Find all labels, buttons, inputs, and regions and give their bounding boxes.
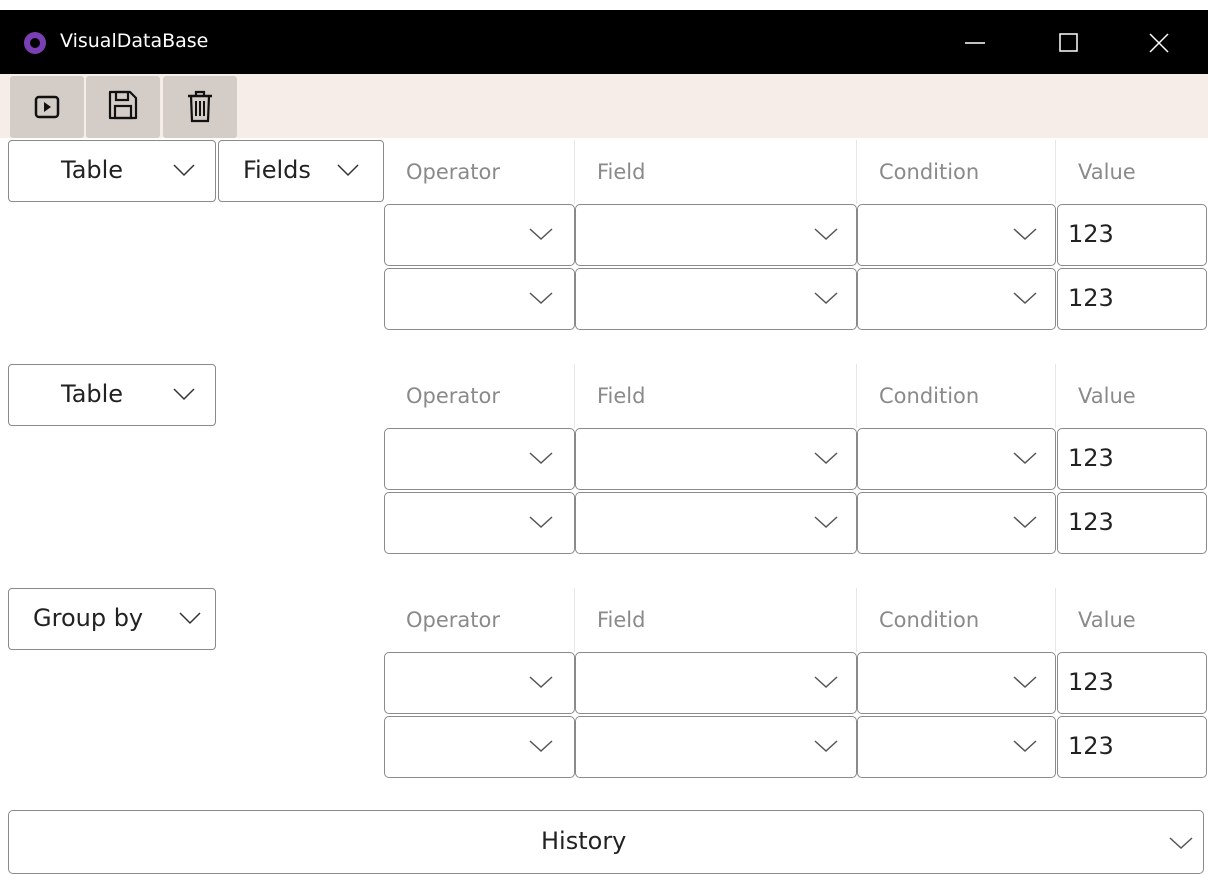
close-button[interactable]: [1120, 20, 1200, 64]
chevron-down-icon: [173, 388, 195, 401]
chevron-down-icon: [1013, 740, 1037, 753]
app-logo-icon: [24, 32, 46, 54]
header-operator: Operator: [384, 140, 575, 204]
fields-dropdown-label: Fields: [243, 156, 311, 184]
chevron-down-icon: [529, 740, 553, 753]
field-select[interactable]: [575, 204, 857, 266]
operator-select[interactable]: [384, 716, 575, 778]
operator-select[interactable]: [384, 268, 575, 330]
condition-select[interactable]: [857, 492, 1056, 554]
condition-select[interactable]: [857, 204, 1056, 266]
operator-select[interactable]: [384, 652, 575, 714]
value-field[interactable]: 123: [1057, 492, 1207, 554]
condition-select[interactable]: [857, 428, 1056, 490]
delete-button[interactable]: [163, 76, 237, 138]
chevron-down-icon: [173, 164, 195, 177]
run-button[interactable]: [10, 76, 84, 138]
value-field[interactable]: 123: [1057, 652, 1207, 714]
window-title: VisualDataBase: [60, 30, 209, 52]
header-field: Field: [575, 364, 857, 428]
field-select[interactable]: [575, 716, 857, 778]
chevron-down-icon: [814, 516, 838, 529]
chevron-down-icon: [529, 516, 553, 529]
condition-select[interactable]: [857, 268, 1056, 330]
chevron-down-icon: [337, 164, 359, 177]
chevron-down-icon: [1013, 676, 1037, 689]
minimize-button[interactable]: [936, 20, 1016, 64]
chevron-down-icon: [1013, 452, 1037, 465]
field-select[interactable]: [575, 492, 857, 554]
chevron-down-icon: [1013, 516, 1037, 529]
trash-icon: [188, 90, 212, 123]
table-dropdown-2[interactable]: Table: [8, 364, 216, 426]
save-button[interactable]: [86, 76, 160, 138]
run-icon: [34, 95, 60, 119]
title-bar: VisualDataBase: [0, 10, 1208, 74]
operator-select[interactable]: [384, 492, 575, 554]
header-operator: Operator: [384, 364, 575, 428]
chevron-down-icon: [814, 228, 838, 241]
field-select[interactable]: [575, 268, 857, 330]
chevron-down-icon: [1013, 292, 1037, 305]
maximize-icon: [1059, 33, 1078, 52]
top-strip: [0, 0, 1208, 10]
header-condition: Condition: [857, 140, 1056, 204]
value-field[interactable]: 123: [1057, 268, 1207, 330]
field-select[interactable]: [575, 652, 857, 714]
chevron-down-icon: [529, 676, 553, 689]
history-dropdown[interactable]: History: [8, 810, 1204, 874]
chevron-down-icon: [529, 452, 553, 465]
chevron-down-icon: [179, 612, 201, 625]
chevron-down-icon: [814, 452, 838, 465]
fields-dropdown[interactable]: Fields: [218, 140, 384, 202]
table-dropdown-1[interactable]: Table: [8, 140, 216, 202]
group-by-dropdown-label: Group by: [33, 604, 144, 632]
chevron-down-icon: [1169, 837, 1193, 850]
value-field[interactable]: 123: [1057, 428, 1207, 490]
maximize-button[interactable]: [1030, 20, 1110, 64]
chevron-down-icon: [814, 740, 838, 753]
chevron-down-icon: [814, 676, 838, 689]
chevron-down-icon: [814, 292, 838, 305]
table-dropdown-label: Table: [61, 380, 124, 408]
history-label: History: [541, 827, 627, 855]
value-field[interactable]: 123: [1057, 716, 1207, 778]
close-icon: [1149, 33, 1169, 53]
operator-select[interactable]: [384, 204, 575, 266]
header-field: Field: [575, 140, 857, 204]
chevron-down-icon: [1013, 228, 1037, 241]
minimize-icon: [965, 42, 985, 44]
header-value: Value: [1078, 160, 1136, 184]
chevron-down-icon: [529, 228, 553, 241]
header-condition: Condition: [857, 364, 1056, 428]
value-field[interactable]: 123: [1057, 204, 1207, 266]
header-value: Value: [1078, 384, 1136, 408]
header-value: Value: [1078, 608, 1136, 632]
header-condition: Condition: [857, 588, 1056, 652]
field-select[interactable]: [575, 428, 857, 490]
toolbar: [0, 74, 1208, 138]
group-by-dropdown[interactable]: Group by: [8, 588, 216, 650]
condition-select[interactable]: [857, 716, 1056, 778]
condition-select[interactable]: [857, 652, 1056, 714]
chevron-down-icon: [529, 292, 553, 305]
save-icon: [108, 90, 138, 120]
operator-select[interactable]: [384, 428, 575, 490]
header-field: Field: [575, 588, 857, 652]
header-operator: Operator: [384, 588, 575, 652]
table-dropdown-label: Table: [61, 156, 124, 184]
